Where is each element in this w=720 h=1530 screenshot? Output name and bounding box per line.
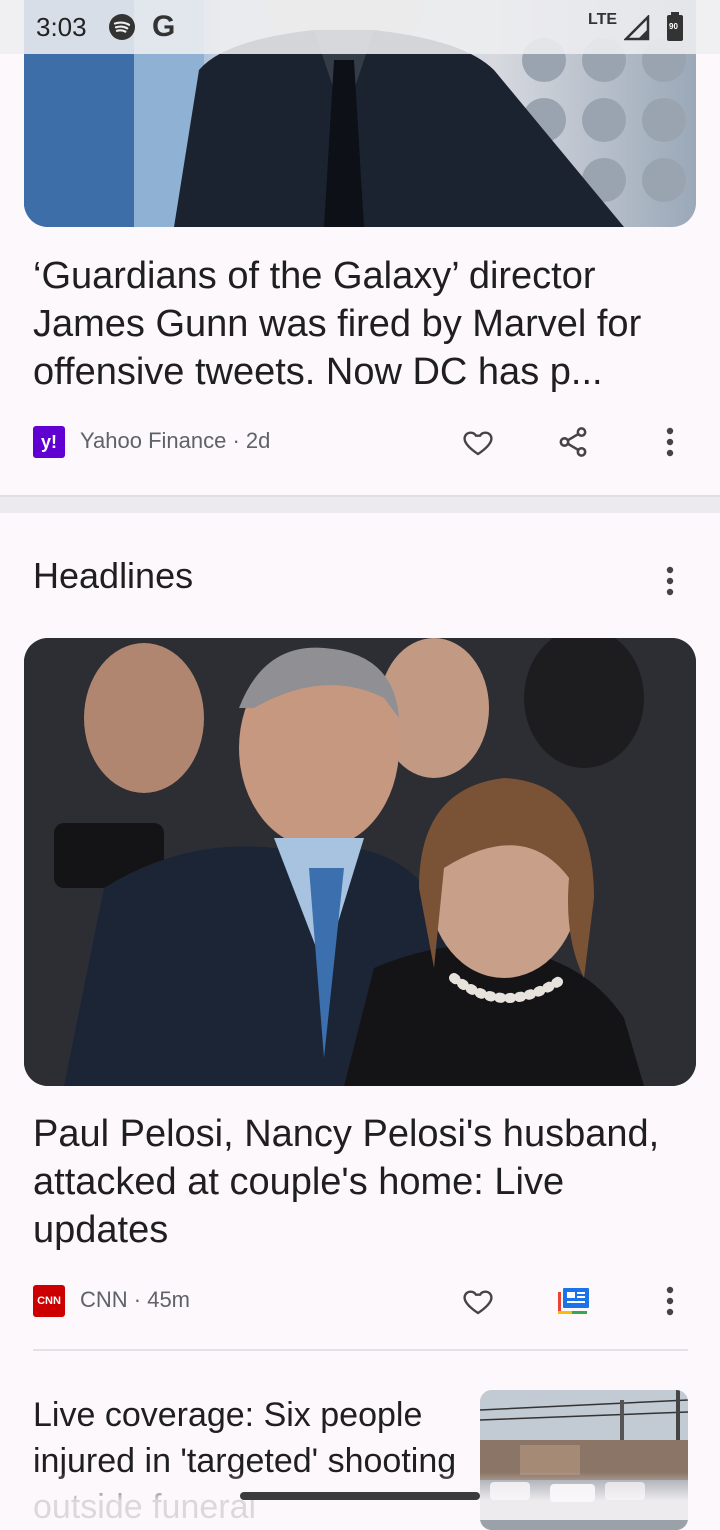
battery-level: 90	[669, 22, 678, 31]
story-meta: CNN · 45m	[80, 1287, 191, 1312]
network-type: LTE	[588, 11, 618, 28]
story-source-row: CNN CNN · 45m	[33, 1283, 693, 1319]
full-coverage-button[interactable]	[555, 1283, 591, 1319]
more-options-button[interactable]	[652, 1283, 688, 1319]
more-vert-icon	[666, 566, 674, 596]
yahoo-finance-logo: y!	[33, 426, 65, 458]
heart-icon	[463, 1290, 493, 1315]
story-headline[interactable]: ‘Guardians of the Galaxy’ director James…	[33, 252, 703, 396]
gesture-handle[interactable]	[240, 1492, 480, 1500]
section-more-button[interactable]	[652, 563, 688, 599]
story-image[interactable]	[24, 638, 696, 1086]
status-time: 3:03	[36, 12, 87, 42]
section-title: Headlines	[33, 555, 194, 596]
signal-icon	[622, 13, 650, 46]
story-source-row: y! Yahoo Finance · 2d	[33, 424, 693, 460]
more-vert-icon	[666, 427, 674, 457]
more-options-button[interactable]	[652, 424, 688, 460]
like-button[interactable]	[460, 424, 496, 460]
full-coverage-icon	[558, 1288, 589, 1314]
heart-icon	[463, 431, 493, 456]
story-headline[interactable]: Paul Pelosi, Nancy Pelosi's husband, att…	[33, 1110, 693, 1254]
status-bar: 3:03 G LTE 90	[0, 0, 720, 54]
like-button[interactable]	[460, 1283, 496, 1319]
more-vert-icon	[666, 1286, 674, 1316]
cnn-logo: CNN	[33, 1285, 65, 1317]
share-button[interactable]	[555, 424, 591, 460]
section-divider	[0, 495, 720, 513]
story-photo	[24, 638, 696, 1086]
google-icon: G	[152, 10, 176, 43]
spotify-icon	[108, 13, 136, 46]
share-icon	[559, 427, 587, 457]
story-divider	[33, 1349, 688, 1351]
story-meta: Yahoo Finance · 2d	[80, 428, 271, 453]
